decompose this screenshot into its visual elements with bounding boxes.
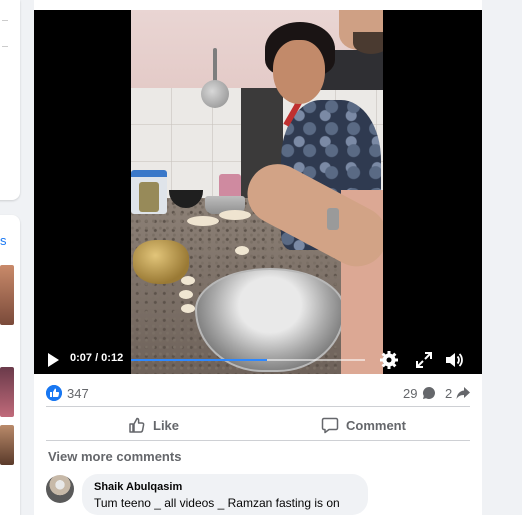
video-scene-jar-small	[139, 182, 159, 212]
video-scene-pan-handle	[213, 48, 217, 82]
video-scene-roti	[187, 216, 219, 226]
video-scene-roti	[219, 210, 251, 220]
comment-label: Comment	[346, 417, 406, 433]
video-controls: 0:07 / 0:12	[34, 344, 482, 374]
video-scene-dough	[181, 276, 195, 285]
video-progress-bar[interactable]	[131, 359, 365, 361]
right-gutter	[482, 0, 522, 515]
sidebar-link-fragment[interactable]: s	[0, 233, 7, 248]
video-scene-pan	[201, 80, 229, 108]
video-scene-jar-pink	[219, 174, 241, 198]
video-frame[interactable]	[131, 10, 383, 374]
thumbnail-image[interactable]	[0, 265, 14, 325]
thumbnail-image[interactable]	[0, 367, 14, 417]
comment-bubble-icon	[422, 387, 435, 399]
like-count[interactable]: 347	[67, 386, 89, 401]
thumbs-up-icon	[129, 417, 145, 433]
comment-icon	[321, 417, 339, 434]
video-scene-dough	[179, 290, 193, 299]
reaction-summary: 347 29 2	[46, 383, 470, 405]
comment-author[interactable]: Shaik Abulqasim	[94, 481, 356, 493]
feed-page: s 0:07 / 0:12 347 29 2 Like Comment View…	[0, 0, 522, 515]
settings-icon[interactable]	[379, 350, 399, 370]
comment-bubble: Shaik Abulqasim Tum teeno _ all videos _…	[82, 474, 368, 515]
divider	[46, 406, 470, 407]
share-arrow-icon	[456, 387, 470, 399]
video-scene-man-beard	[353, 32, 383, 54]
fullscreen-icon[interactable]	[414, 350, 434, 370]
video-scene-dough	[235, 246, 249, 255]
like-reaction-icon[interactable]	[46, 385, 62, 401]
post-card: 0:07 / 0:12 347 29 2 Like Comment View m…	[34, 0, 482, 515]
volume-icon[interactable]	[444, 350, 464, 370]
view-more-comments-link[interactable]: View more comments	[48, 449, 181, 464]
avatar[interactable]	[46, 475, 74, 503]
play-icon[interactable]	[48, 353, 59, 367]
divider	[2, 20, 8, 21]
divider	[2, 46, 8, 47]
like-button[interactable]: Like	[128, 412, 179, 438]
video-scene-brass-pot	[133, 240, 189, 284]
left-suggestions-card: s	[0, 215, 20, 515]
video-scene-dough	[181, 304, 195, 313]
comment-count[interactable]: 29	[403, 386, 417, 401]
thumbnail-image[interactable]	[0, 425, 14, 465]
video-player[interactable]: 0:07 / 0:12	[34, 10, 482, 374]
divider	[46, 440, 470, 441]
comment-button[interactable]: Comment	[321, 412, 406, 438]
comment-text: Tum teeno _ all videos _ Ramzan fasting …	[94, 496, 340, 510]
share-count[interactable]: 2	[445, 386, 452, 401]
video-time: 0:07 / 0:12	[70, 352, 124, 364]
video-scene-watch	[327, 208, 339, 230]
left-sidebar-card	[0, 0, 20, 200]
like-label: Like	[153, 417, 180, 433]
video-progress-fill	[131, 359, 268, 361]
video-scene-woman-face	[273, 40, 325, 104]
